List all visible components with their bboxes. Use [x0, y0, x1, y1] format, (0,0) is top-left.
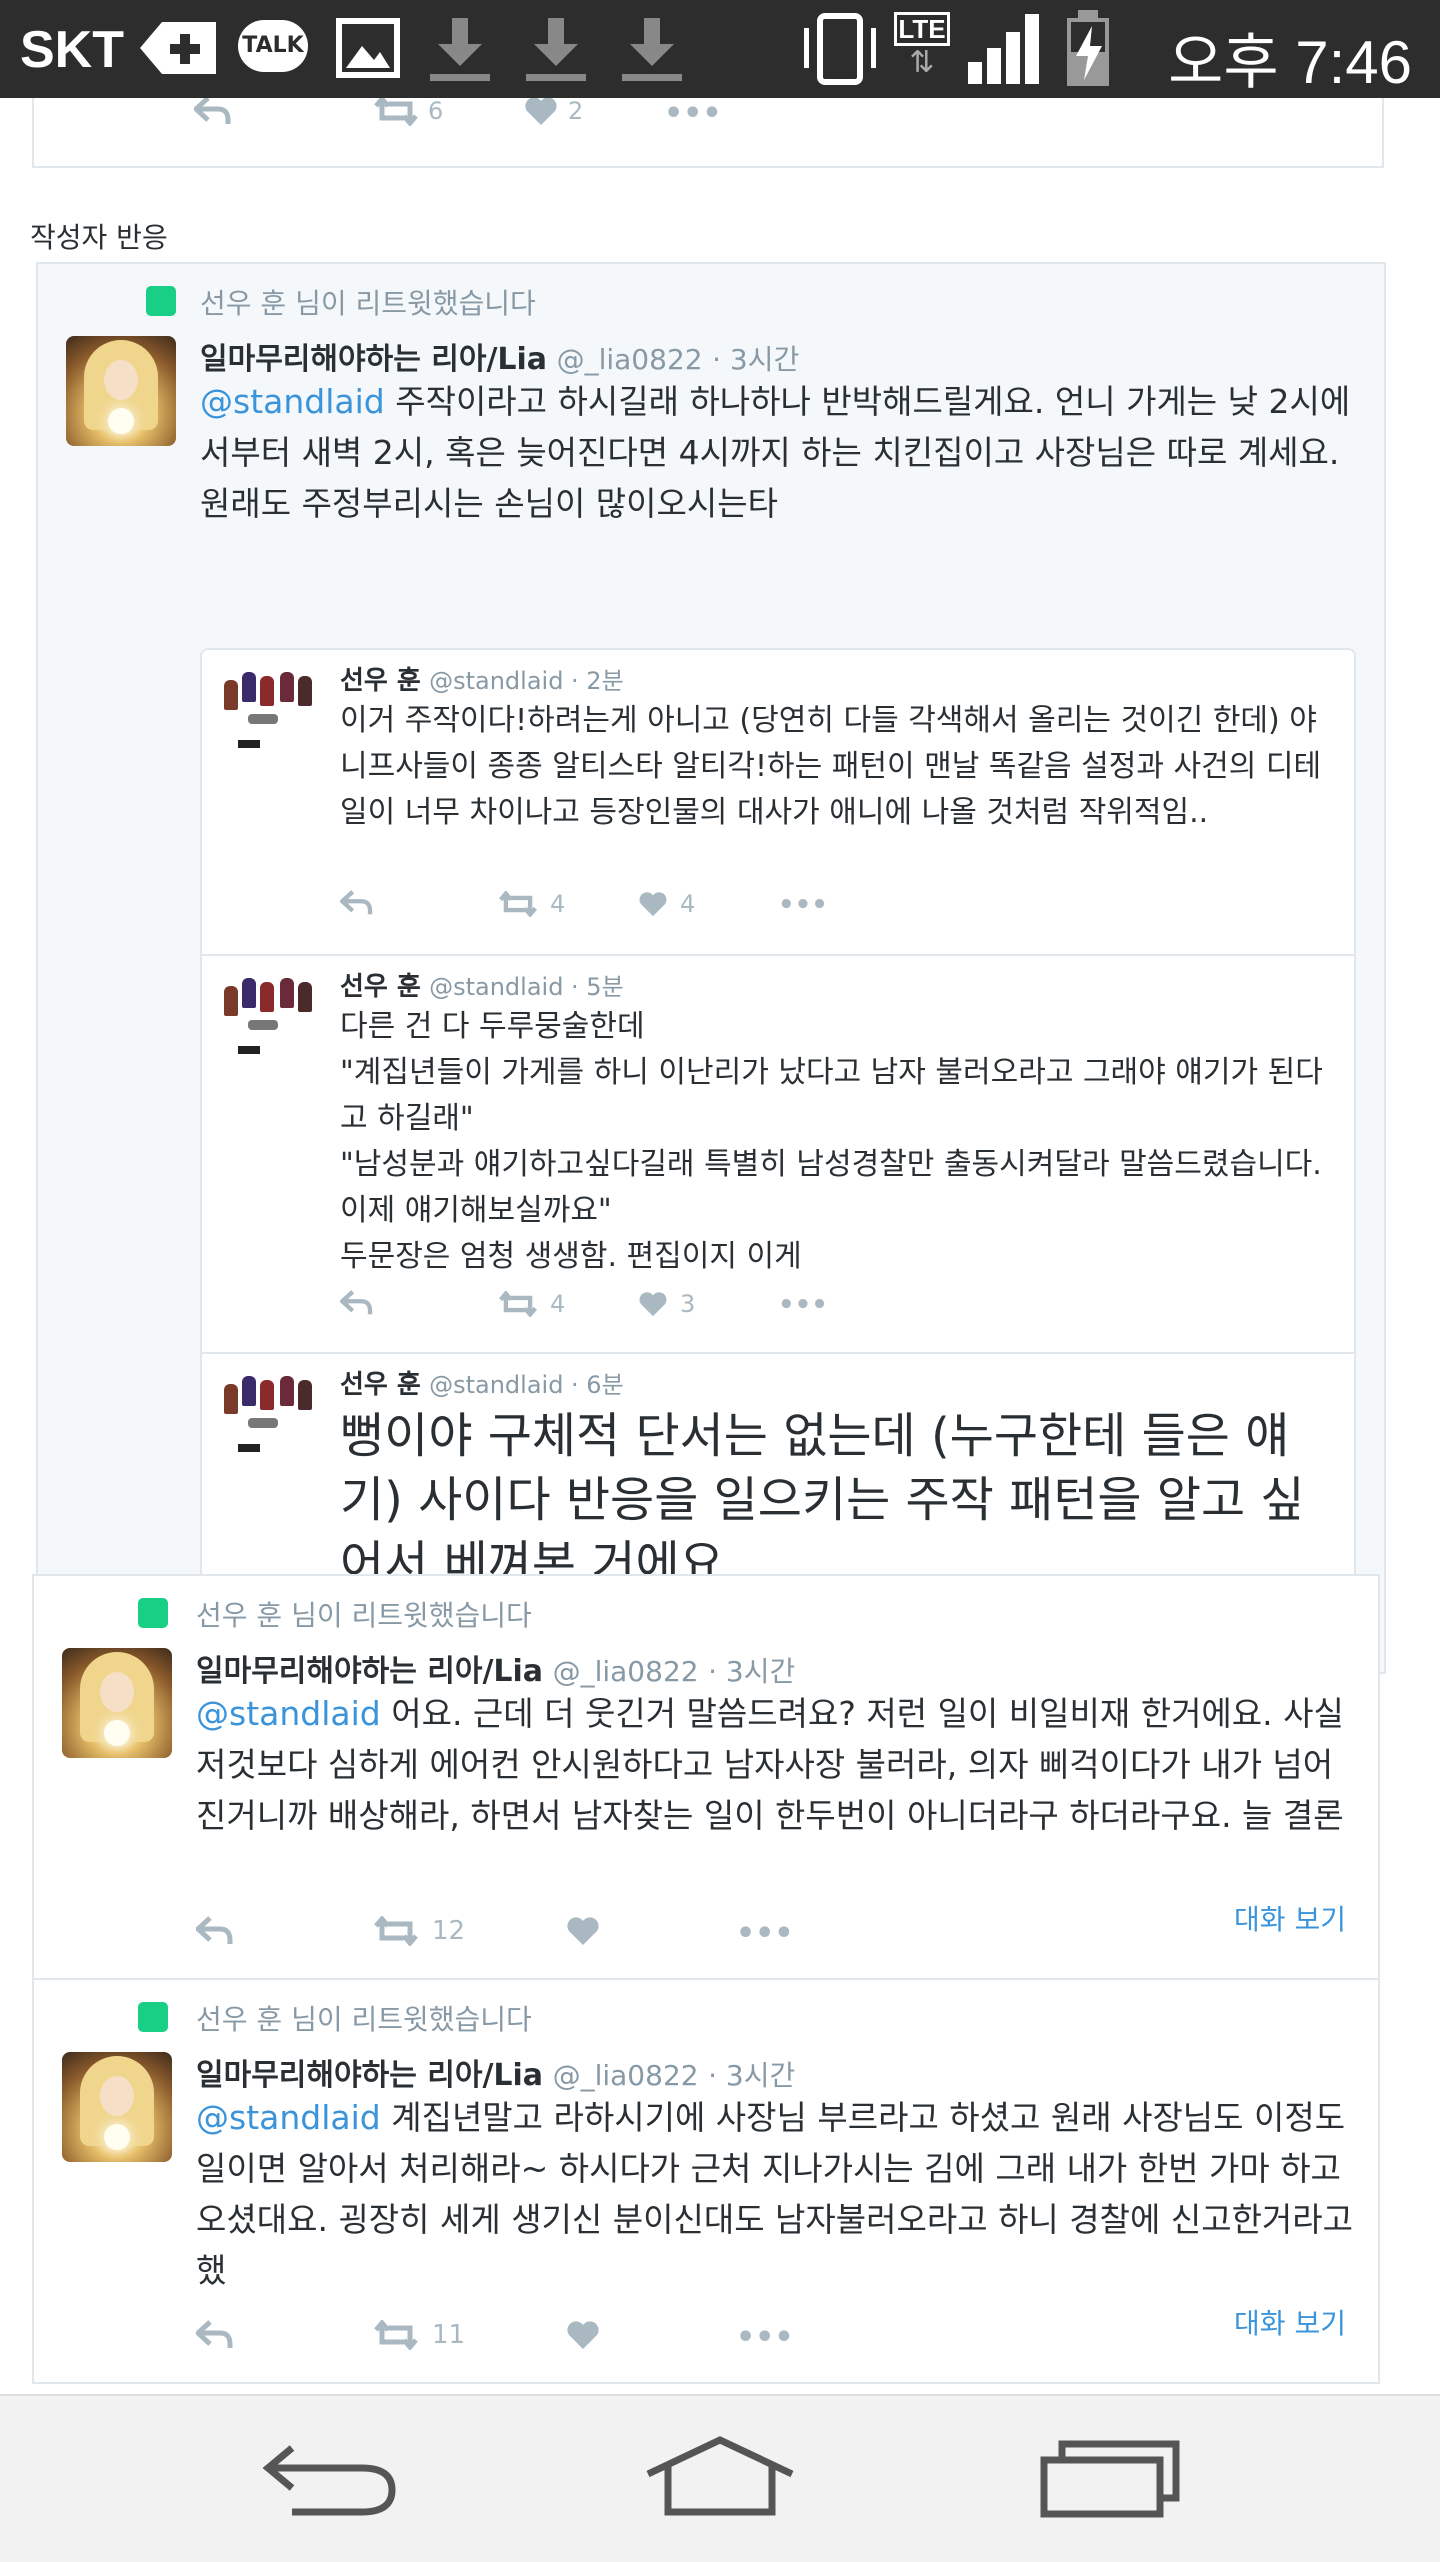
like-button[interactable]	[566, 1916, 600, 1946]
like-button[interactable]: 4	[638, 890, 695, 918]
recent-apps-button-icon[interactable]	[1040, 2440, 1180, 2518]
plus-notification-icon	[140, 22, 216, 74]
image-notification-icon	[336, 18, 400, 78]
quoted-tweet-text: 뻥이야 구체적 단서는 없는데 (누구한테 들은 얘기) 사이다 반응을 일으키…	[340, 1408, 1305, 1592]
retweet-button[interactable]: 4	[498, 1290, 565, 1318]
mention-link[interactable]: @standlaid	[200, 382, 385, 421]
battery-charging-icon	[1067, 10, 1109, 86]
more-options-icon[interactable]: •••	[736, 2320, 794, 2355]
retweeted-by: 선우 훈 님이 리트윗했습니다	[196, 1599, 532, 1632]
avatar[interactable]	[224, 968, 316, 1060]
tweet-actions: 12 •••	[196, 1916, 896, 1956]
like-button[interactable]	[566, 2320, 600, 2350]
vibrate-icon	[804, 13, 876, 85]
author-name[interactable]: 일마무리해야하는 리아/Lia	[196, 1654, 543, 1689]
author-line: 선우 훈 @standlaid · 2분	[340, 666, 624, 696]
lte-icon: LTE ⇅	[894, 12, 950, 86]
tweet-card[interactable]: 선우 훈 님이 리트윗했습니다 일마무리해야하는 리아/Lia @_lia082…	[32, 1574, 1380, 1980]
author-line: 일마무리해야하는 리아/Lia @_lia0822 · 3시간	[200, 334, 799, 378]
tweet-text: @standlaid 주작이라고 하시길래 하나하나 반박해드릴게요. 언니 가…	[200, 382, 1351, 523]
more-options-icon[interactable]: •••	[736, 1916, 794, 1951]
author-name[interactable]: 일마무리해야하는 리아/Lia	[196, 2058, 543, 2093]
reply-icon[interactable]	[340, 890, 374, 916]
retweet-indicator-icon	[138, 2002, 168, 2032]
author-handle[interactable]: @_lia0822	[557, 343, 703, 376]
avatar[interactable]	[224, 662, 316, 754]
reply-icon[interactable]	[196, 2320, 234, 2350]
reply-icon[interactable]	[196, 1916, 234, 1946]
avatar[interactable]	[66, 336, 176, 446]
android-nav-bar	[0, 2394, 1440, 2562]
tweet-card[interactable]: 선우 훈 님이 리트윗했습니다 일마무리해야하는 리아/Lia @_lia082…	[32, 1978, 1380, 2384]
download-icon	[622, 18, 682, 81]
reply-icon[interactable]	[194, 98, 232, 126]
tweet-page: 6 2 ••• 작성자 반응 선우 훈 님이 리트윗했습니다 일마무리해야하는 …	[0, 98, 1440, 2394]
retweeted-by: 선우 훈 님이 리트윗했습니다	[196, 2003, 532, 2036]
author-handle[interactable]: @_lia0822	[553, 2059, 699, 2092]
more-options-icon[interactable]: •••	[778, 1290, 828, 1320]
quoted-tweet-text: 이거 주작이다!하려는게 아니고 (당연히 다들 각색해서 올리는 것이긴 한데…	[340, 703, 1322, 830]
retweet-button[interactable]: 4	[498, 890, 565, 918]
back-button-icon[interactable]	[262, 2438, 402, 2518]
tweet-text: @standlaid 계집년말고 라하시기에 사장님 부르라고 하셨고 원래 사…	[196, 2098, 1354, 2290]
mention-link[interactable]: @standlaid	[196, 1694, 381, 1733]
carrier-label: SKT	[20, 21, 124, 79]
avatar[interactable]	[62, 2052, 172, 2162]
signal-icon	[968, 14, 1039, 84]
more-options-icon[interactable]: •••	[664, 98, 722, 131]
author-name[interactable]: 일마무리해야하는 리아/Lia	[200, 342, 547, 377]
like-button[interactable]: 3	[638, 1290, 695, 1318]
retweet-indicator-icon	[138, 1598, 168, 1628]
author-line: 일마무리해야하는 리아/Lia @_lia0822 · 3시간	[196, 1646, 795, 1690]
author-line: 선우 훈 @standlaid · 5분	[340, 972, 624, 1002]
retweet-button[interactable]: 12	[374, 1916, 465, 1946]
retweeted-by: 선우 훈 님이 리트윗했습니다	[200, 287, 536, 320]
status-bar: SKT TALK LTE ⇅ 오후 7:46	[0, 0, 1440, 98]
view-conversation-link[interactable]: 대화 보기	[1234, 2302, 1346, 2342]
tweet-card[interactable]: 선우 훈 님이 리트윗했습니다 일마무리해야하는 리아/Lia @_lia082…	[36, 262, 1386, 1674]
tweet-actions: 6 2 •••	[194, 98, 794, 136]
tweet-time[interactable]: · 3시간	[708, 2059, 795, 2092]
reply-icon[interactable]	[340, 1290, 374, 1316]
clock: 오후 7:46	[1168, 29, 1412, 96]
home-button-icon[interactable]	[644, 2436, 796, 2516]
retweet-indicator-icon	[146, 286, 176, 316]
quoted-tweet-thread[interactable]: 선우 훈 @standlaid · 2분 이거 주작이다!하려는게 아니고 (당…	[200, 648, 1356, 1663]
quoted-tweet[interactable]: 선우 훈 @standlaid · 2분 이거 주작이다!하려는게 아니고 (당…	[202, 650, 1354, 954]
kakaotalk-icon: TALK	[238, 20, 308, 72]
tweet-actions: 4 3 •••	[340, 1290, 940, 1330]
previous-tweet-stub: 6 2 •••	[32, 98, 1384, 168]
quoted-tweet-text: 다른 건 다 두루뭉술한데 "계집년들이 가게를 하니 이난리가 났다고 남자 …	[340, 1009, 1323, 1274]
tweet-actions: 11 •••	[196, 2320, 896, 2360]
quoted-tweet[interactable]: 선우 훈 @standlaid · 5분 다른 건 다 두루뭉술한데 "계집년들…	[202, 954, 1354, 1352]
tweet-text: @standlaid 어요. 근데 더 웃긴거 말씀드려요? 저런 일이 비일비…	[196, 1694, 1344, 1835]
avatar[interactable]	[62, 1648, 172, 1758]
like-button[interactable]: 2	[524, 98, 583, 126]
download-icon	[430, 18, 490, 81]
author-handle[interactable]: @_lia0822	[553, 1655, 699, 1688]
author-line: 일마무리해야하는 리아/Lia @_lia0822 · 3시간	[196, 2050, 795, 2094]
mention-link[interactable]: @standlaid	[196, 2098, 381, 2137]
retweet-button[interactable]: 11	[374, 2320, 465, 2350]
download-icon	[526, 18, 586, 81]
view-conversation-link[interactable]: 대화 보기	[1234, 1898, 1346, 1938]
tweet-actions: 4 4 •••	[340, 890, 940, 930]
tweet-time[interactable]: · 3시간	[712, 343, 799, 376]
tweet-time[interactable]: · 3시간	[708, 1655, 795, 1688]
retweet-button[interactable]: 6	[374, 98, 443, 126]
author-line: 선우 훈 @standlaid · 6분	[340, 1370, 624, 1400]
more-options-icon[interactable]: •••	[778, 890, 828, 920]
avatar[interactable]	[224, 1366, 316, 1458]
section-title: 작성자 반응	[30, 221, 168, 254]
